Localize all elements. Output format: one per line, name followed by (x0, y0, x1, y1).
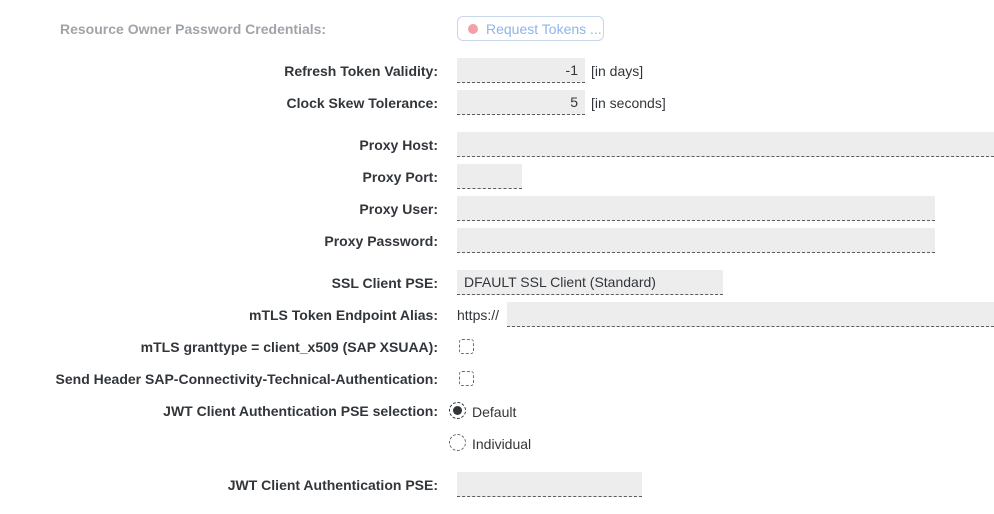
send-header-label: Send Header SAP-Connectivity-Technical-A… (55, 371, 438, 387)
jwt-pse-label: JWT Client Authentication PSE: (227, 477, 438, 493)
radio-individual-label[interactable]: Individual (472, 435, 531, 453)
proxy-user-label: Proxy User: (359, 201, 438, 217)
send-header-checkbox[interactable] (459, 371, 474, 386)
refresh-token-validity-label: Refresh Token Validity: (284, 63, 438, 79)
proxy-port-label: Proxy Port: (362, 169, 438, 185)
clock-skew-tolerance-label: Clock Skew Tolerance: (286, 95, 438, 111)
proxy-user-input[interactable] (457, 196, 935, 221)
radio-default-label[interactable]: Default (472, 403, 516, 421)
jwt-pse-selection-label: JWT Client Authentication PSE selection: (163, 403, 438, 419)
ropc-label: Resource Owner Password Credentials: (60, 21, 327, 37)
proxy-host-input[interactable] (457, 132, 994, 157)
proxy-password-label: Proxy Password: (324, 233, 438, 249)
request-tokens-label: Request Tokens ... (486, 20, 602, 37)
ssl-client-pse-label: SSL Client PSE: (331, 275, 438, 291)
proxy-host-label: Proxy Host: (359, 137, 438, 153)
mtls-alias-prefix: https:// (457, 307, 500, 323)
clock-skew-tolerance-input[interactable]: 5 (457, 90, 585, 115)
clock-skew-unit: [in seconds] (591, 95, 666, 111)
proxy-password-input[interactable] (457, 228, 935, 253)
jwt-pse-input[interactable] (457, 472, 642, 497)
mtls-granttype-label: mTLS granttype = client_x509 (SAP XSUAA)… (140, 339, 438, 355)
radio-default[interactable] (449, 402, 466, 419)
request-tokens-button[interactable]: Request Tokens ... (457, 16, 604, 41)
proxy-port-input[interactable] (457, 164, 522, 189)
ssl-client-pse-select[interactable]: DFAULT SSL Client (Standard) (457, 270, 723, 295)
mtls-alias-input[interactable] (507, 302, 994, 327)
refresh-token-unit: [in days] (591, 63, 644, 79)
status-dot-icon (468, 23, 478, 34)
mtls-granttype-checkbox[interactable] (459, 339, 474, 354)
refresh-token-validity-input[interactable]: -1 (457, 58, 585, 83)
radio-individual[interactable] (449, 434, 466, 451)
mtls-alias-label: mTLS Token Endpoint Alias: (249, 307, 438, 323)
